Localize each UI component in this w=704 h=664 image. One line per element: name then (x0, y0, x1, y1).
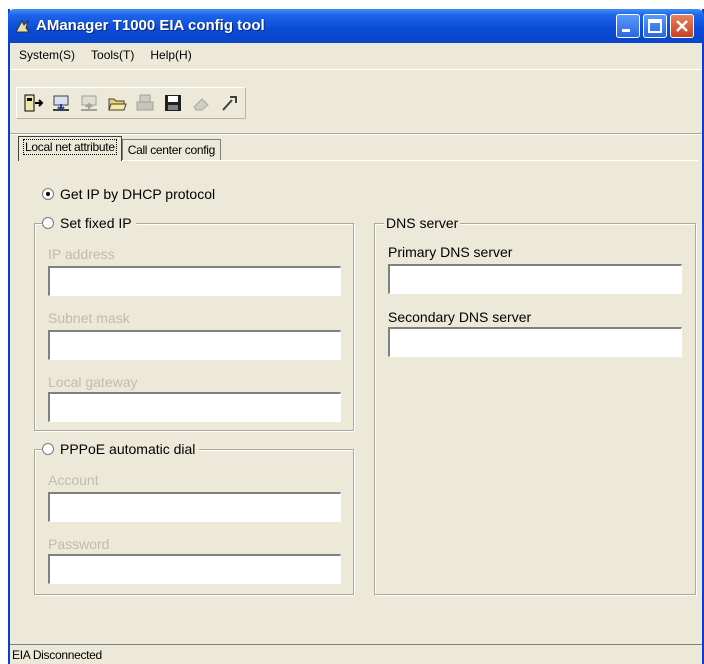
toolbar (10, 69, 702, 135)
tool-button[interactable] (215, 90, 242, 116)
minimize-button[interactable] (616, 14, 640, 38)
title-bar[interactable]: AManager T1000 EIA config tool (8, 9, 704, 43)
upload-config-icon (80, 95, 97, 111)
pppoe-radio[interactable]: PPPoE automatic dial (42, 441, 200, 457)
maximize-icon (648, 19, 662, 33)
gateway-label: Local gateway (48, 374, 138, 390)
ip-address-label: IP address (48, 246, 115, 262)
app-icon (15, 19, 30, 33)
menu-tools[interactable]: Tools(T) (88, 46, 137, 64)
tool-icon (221, 96, 237, 111)
save-button[interactable] (159, 90, 186, 116)
secondary-dns-input[interactable] (388, 327, 682, 357)
upload-config-button[interactable] (75, 90, 102, 116)
subnet-mask-label: Subnet mask (48, 310, 130, 326)
status-bar: EIA Disconnected (10, 644, 702, 664)
print-icon (136, 94, 153, 111)
subnet-mask-input[interactable] (48, 330, 341, 360)
ip-address-input[interactable] (48, 266, 341, 296)
fixed-ip-radio-label: Set fixed IP (60, 215, 132, 231)
menu-system[interactable]: System(S) (16, 46, 78, 64)
dhcp-radio-label: Get IP by DHCP protocol (60, 186, 216, 202)
open-folder-icon (107, 98, 127, 111)
tab-label: Local net attribute (23, 139, 117, 155)
close-button[interactable] (670, 14, 694, 38)
open-button[interactable] (103, 90, 130, 116)
fixed-ip-radio[interactable]: Set fixed IP (42, 215, 136, 231)
menu-bar: System(S) Tools(T) Help(H) (10, 43, 702, 67)
erase-icon (192, 98, 209, 111)
download-config-button[interactable] (47, 90, 74, 116)
tab-panel-local-net: Get IP by DHCP protocol Set fixed IP IP … (18, 160, 698, 632)
dns-group-title: DNS server (384, 215, 461, 231)
pppoe-radio-dot[interactable] (42, 443, 54, 455)
print-button[interactable] (131, 90, 158, 116)
connect-icon (24, 94, 43, 112)
menu-help[interactable]: Help(H) (147, 46, 194, 64)
tab-strip: Local net attribute Call center config (18, 135, 222, 161)
password-label: Password (48, 536, 110, 552)
tab-label: Call center config (127, 143, 216, 157)
window-title: AManager T1000 EIA config tool (36, 17, 265, 34)
connect-button[interactable] (19, 90, 46, 116)
maximize-button[interactable] (643, 14, 667, 38)
minimize-icon (622, 29, 630, 32)
dhcp-radio[interactable]: Get IP by DHCP protocol (42, 186, 220, 202)
gateway-input[interactable] (48, 392, 341, 422)
status-text: EIA Disconnected (12, 648, 102, 662)
secondary-dns-label: Secondary DNS server (388, 309, 532, 325)
toolbar-buttons (16, 87, 246, 119)
save-icon (164, 95, 181, 111)
tab-local-net-attribute[interactable]: Local net attribute (18, 136, 122, 161)
main-window: AManager T1000 EIA config tool System(S)… (8, 9, 704, 664)
account-input[interactable] (48, 492, 341, 522)
primary-dns-input[interactable] (388, 264, 682, 294)
fixed-ip-radio-dot[interactable] (42, 217, 54, 229)
tab-call-center-config[interactable]: Call center config (121, 139, 222, 161)
erase-button[interactable] (187, 90, 214, 116)
password-input[interactable] (48, 554, 341, 584)
pppoe-radio-label: PPPoE automatic dial (60, 441, 196, 457)
account-label: Account (48, 472, 99, 488)
close-icon (676, 20, 688, 32)
download-config-icon (52, 95, 69, 112)
primary-dns-label: Primary DNS server (388, 244, 513, 260)
dhcp-radio-dot[interactable] (42, 188, 54, 200)
